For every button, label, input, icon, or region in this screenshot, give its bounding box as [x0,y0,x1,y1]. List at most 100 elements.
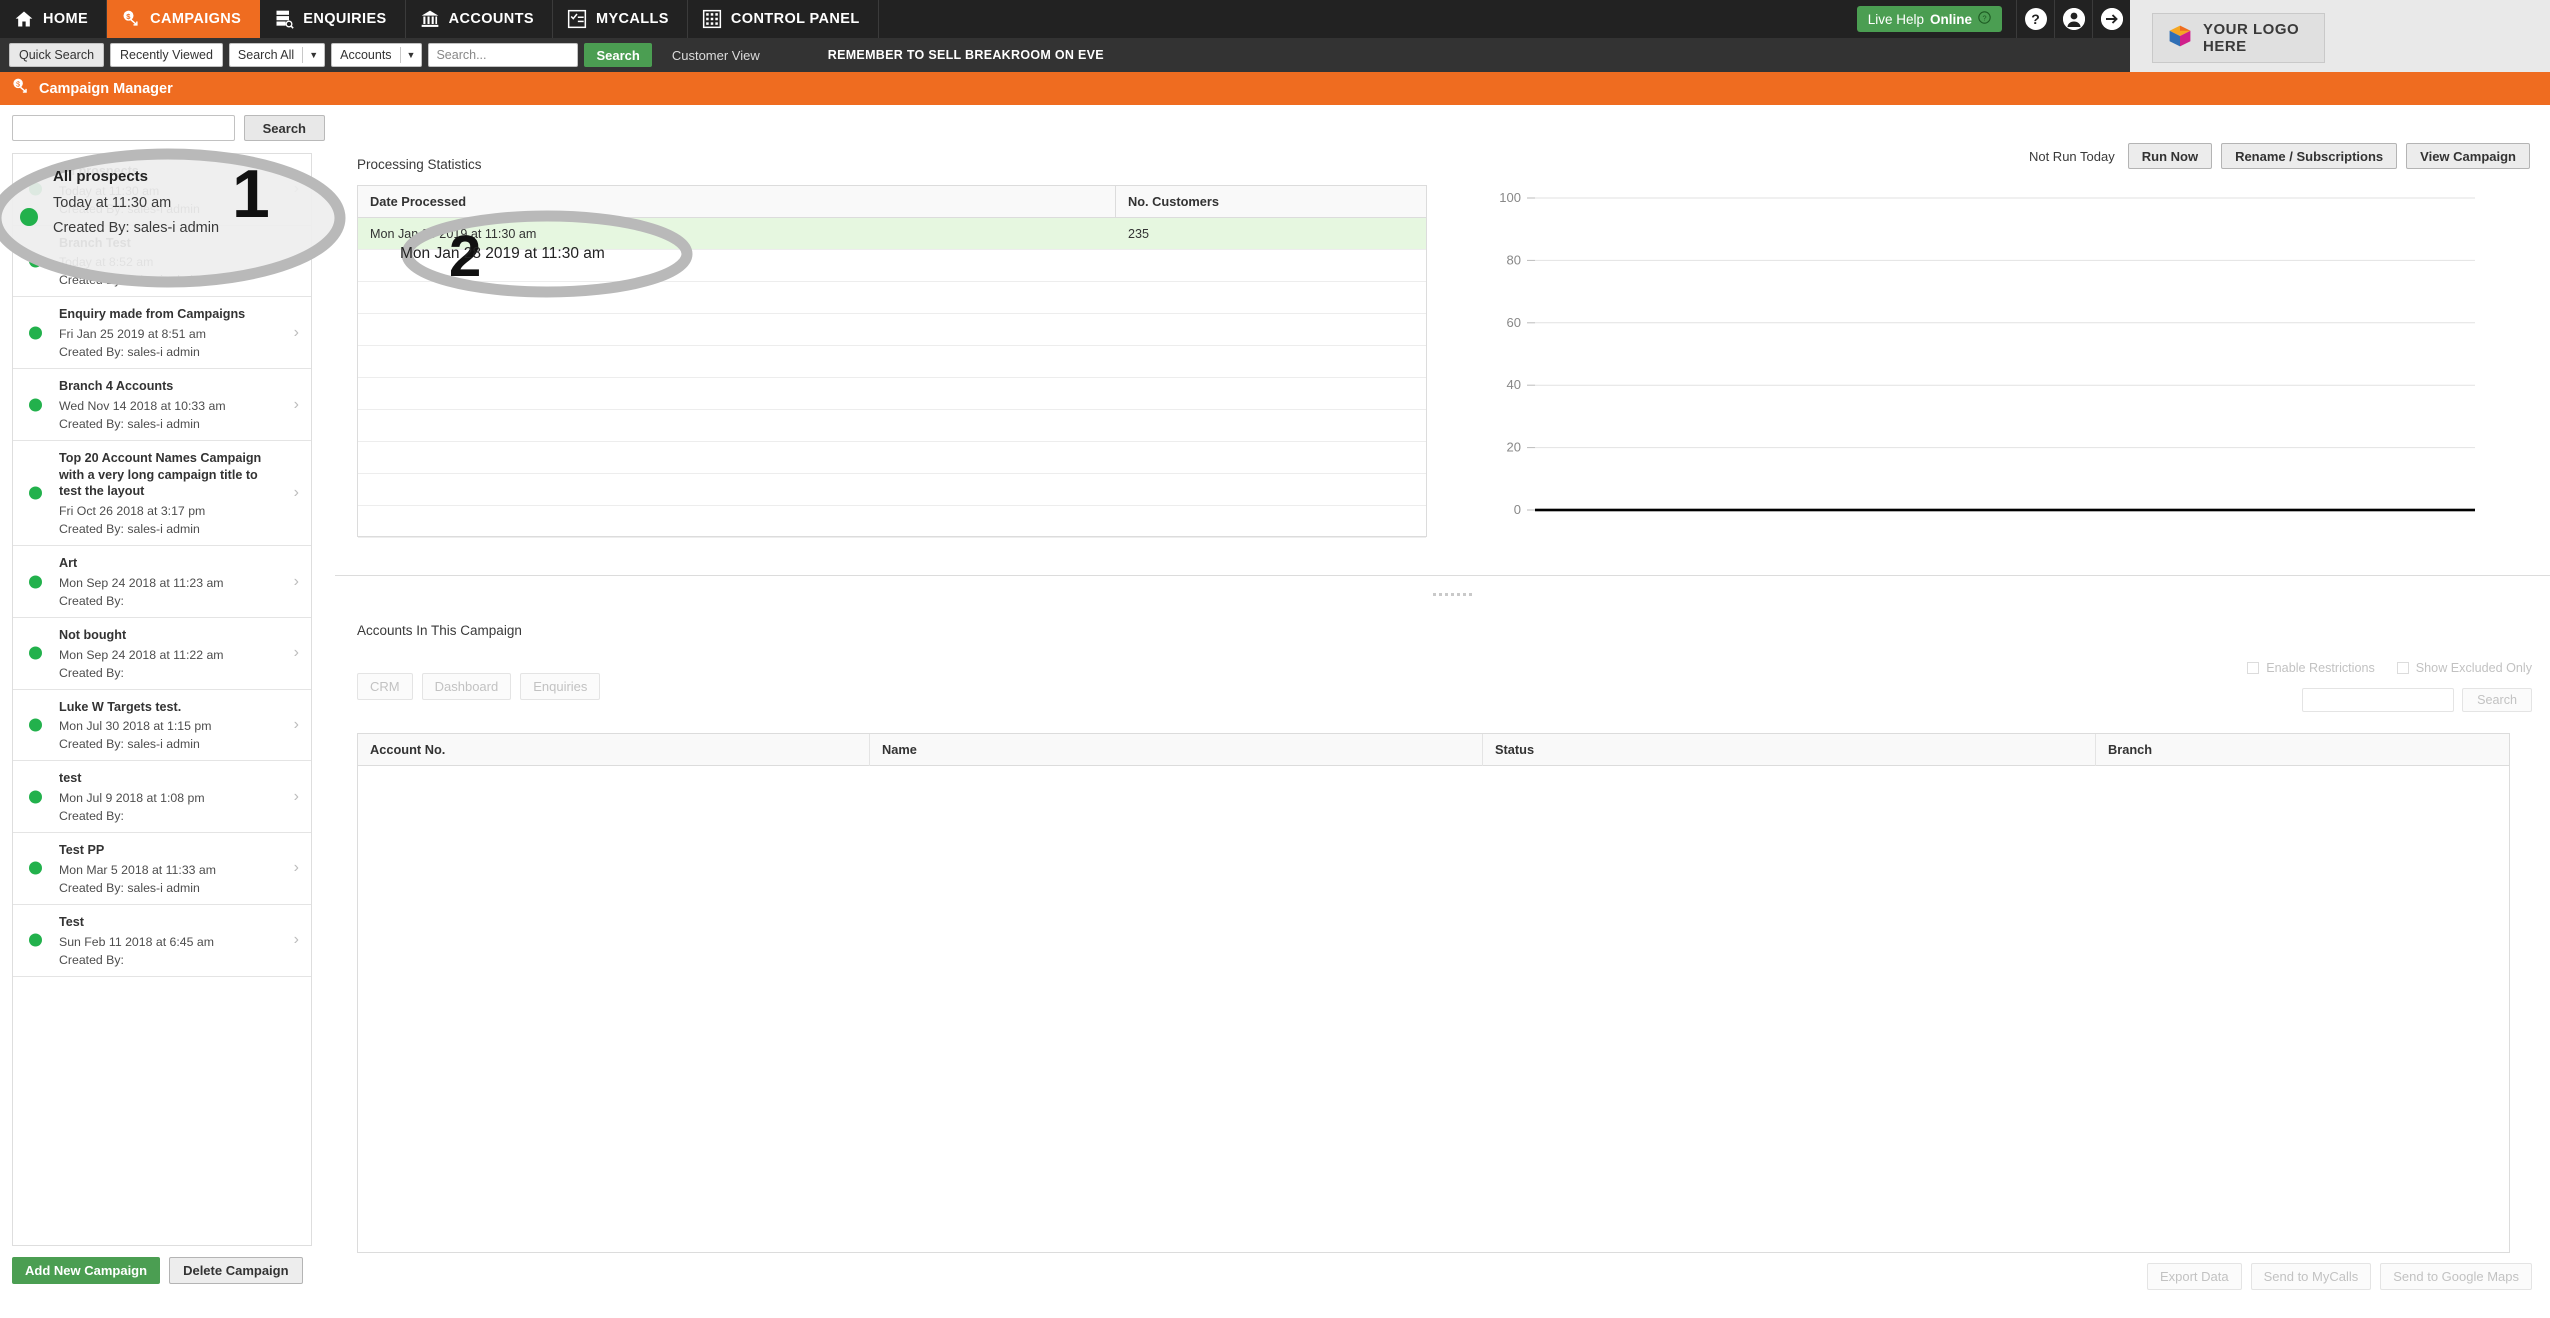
campaign-list-item[interactable]: Branch Test Today at 8:52 am Created By: s… [13,226,311,298]
run-status-text: Not Run Today [2028,148,2115,164]
campaign-created-by: Created By: [59,952,124,967]
rename-subscriptions-button[interactable]: Rename / Subscriptions [2221,143,2398,169]
nav-item-control-panel[interactable]: CONTROL PANEL [688,0,879,38]
campaign-list-panel: Search All prospects Today at 11:30 am Cre… [0,105,335,1318]
live-help-button[interactable]: Live Help Online ? [1856,6,2002,32]
question-mark-icon: ? [2024,8,2047,30]
campaign-date: Fri Jan 25 2019 at 8:51 am [59,327,206,342]
chevron-down-icon: ▼ [406,50,416,60]
campaign-name: Branch Test [59,235,131,250]
export-data-button[interactable]: Export Data [2146,1263,2242,1290]
status-dot-icon [29,326,42,340]
live-help-status: Online [1929,11,1972,27]
chevron-right-icon: › [293,931,299,949]
column-header-branch[interactable]: Branch [2096,734,2509,766]
main-content: Processing Statistics Not Run Today Run … [335,105,2550,1318]
campaign-list-item[interactable]: Not bought Mon Sep 24 2018 at 11:22 am Cre… [13,618,311,690]
accounts-search-input[interactable] [2302,688,2455,712]
campaign-date: Mon Jul 30 2018 at 1:15 pm [59,719,212,734]
help-button[interactable]: ? [2016,0,2054,38]
campaign-list-item[interactable]: Test PP Mon Mar 5 2018 at 11:33 am Created… [13,833,311,905]
campaign-list-item[interactable]: test Mon Jul 9 2018 at 1:08 pm Created By:… [13,761,311,834]
run-now-button[interactable]: Run Now [2127,143,2213,169]
accounts-filter-controls: Enable Restrictions Show Excluded Only S… [2212,661,2532,712]
campaign-list-item[interactable]: Branch 4 Accounts Wed Nov 14 2018 at 10:3… [13,369,311,441]
nav-item-campaigns[interactable]: $ CAMPAIGNS [107,0,261,38]
global-search-button[interactable]: Search [584,43,652,67]
panel-resize-grip[interactable] [1433,590,1473,598]
account-button[interactable] [2054,0,2092,38]
chart-y-tick-label: 0 [1514,502,1521,517]
recently-viewed-tab[interactable]: Recently Viewed [110,43,223,67]
status-dot-icon [29,398,42,412]
cell-date-processed: Mon Jan 28 2019 at 11:30 am [370,227,537,241]
processing-statistics-empty-row [358,410,1426,442]
campaign-list-item[interactable]: Luke W Targets test. Mon Jul 30 2018 at 1… [13,690,311,762]
campaign-name: Branch 4 Accounts [59,379,174,394]
quick-search-tab[interactable]: Quick Search [9,43,105,67]
send-to-mycalls-button[interactable]: Send to MyCalls [2250,1263,2372,1290]
status-dot-icon [29,646,42,660]
question-mark-circle-icon: ? [1978,11,1991,27]
campaign-list-item[interactable]: Art Mon Sep 24 2018 at 11:23 am Created By… [13,546,311,618]
campaign-list-item[interactable]: Test Sun Feb 11 2018 at 6:45 am Created By… [13,905,311,977]
campaign-created-by: Created By: sales-i admin [59,880,200,895]
view-campaign-button[interactable]: View Campaign [2406,143,2530,169]
column-header-account-no[interactable]: Account No. [358,734,870,766]
nav-label: CONTROL PANEL [730,11,860,27]
campaign-list-item[interactable]: Top 20 Account Names Campaign with a ver… [13,441,311,547]
logout-button[interactable] [2092,0,2130,38]
status-dot-icon [29,182,42,196]
campaign-list-footer: Add New Campaign Delete Campaign [12,1257,303,1284]
chart-y-tick-label: 40 [1507,377,1521,392]
table-header-row: Date Processed No. Customers [358,185,1426,218]
column-header-date-processed[interactable]: Date Processed [358,185,1116,218]
search-entity-dropdown[interactable]: Accounts ▼ [331,43,423,67]
nav-item-mycalls[interactable]: MYCALLS [553,0,688,38]
campaign-created-by: Created By: [59,665,124,680]
column-header-no-customers[interactable]: No. Customers [1116,185,1426,218]
status-dot-icon [29,718,42,732]
add-new-campaign-button[interactable]: Add New Campaign [12,1257,161,1284]
logo-text: YOUR LOGO HERE [2203,21,2300,55]
column-header-status[interactable]: Status [1483,734,2096,766]
send-to-google-maps-button[interactable]: Send to Google Maps [2380,1263,2532,1290]
announcement-banner: REMEMBER TO SELL BREAKROOM ON EVE [827,48,1104,62]
customer-view-link[interactable]: Customer View [672,48,760,63]
show-excluded-only-label: Show Excluded Only [2415,661,2532,675]
enable-restrictions-label: Enable Restrictions [2266,661,2375,675]
status-dot-icon [29,933,42,947]
campaign-search-button[interactable]: Search [243,115,325,141]
nav-item-accounts[interactable]: ACCOUNTS [406,0,553,38]
campaign-list-item[interactable]: Enquiry made from Campaigns Fri Jan 25 20… [13,297,311,370]
campaigns-icon: $ [121,9,141,29]
enquiries-button[interactable]: Enquiries [520,673,601,700]
processing-statistics-empty-row [358,250,1426,282]
nav-label: HOME [43,11,89,27]
accounts-search-button[interactable]: Search [2462,688,2532,712]
accounts-table-header-row: Account No. Name Status Branch [358,734,2509,766]
campaign-list-item[interactable]: All prospects Today at 11:30 am Created By… [13,154,311,226]
column-header-name[interactable]: Name [870,734,1483,766]
global-search-input[interactable] [428,43,579,67]
delete-campaign-button[interactable]: Delete Campaign [169,1257,303,1284]
chart-gridlines [1535,197,2475,512]
nav-item-enquiries[interactable]: ENQUIRIES [260,0,406,38]
campaign-created-by: Created By: sales-i admin [59,345,200,360]
dashboard-button[interactable]: Dashboard [421,673,512,700]
search-scope-dropdown[interactable]: Search All ▼ [228,43,326,67]
campaign-date: Today at 11:30 am [59,183,160,198]
crm-button[interactable]: CRM [357,673,413,700]
campaign-list: All prospects Today at 11:30 am Created By… [12,153,312,1246]
search-scope-label: Search All [237,48,295,62]
processing-statistics-empty-row [358,378,1426,410]
campaign-search-input[interactable] [12,115,235,141]
status-dot-icon [29,790,42,804]
campaign-action-toolbar: Not Run Today Run Now Rename / Subscript… [2029,143,2530,169]
campaign-created-by: Created By: sales-i admin [59,737,200,752]
status-dot-icon [29,575,42,588]
enable-restrictions-checkbox[interactable]: Enable Restrictions [2247,661,2375,675]
nav-item-home[interactable]: HOME [0,0,108,38]
processing-statistics-row[interactable]: Mon Jan 28 2019 at 11:30 am 235 [358,218,1426,250]
show-excluded-only-checkbox[interactable]: Show Excluded Only [2396,661,2532,675]
